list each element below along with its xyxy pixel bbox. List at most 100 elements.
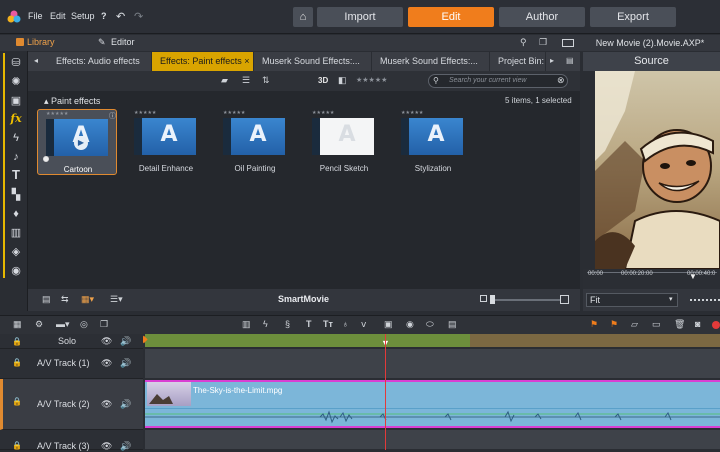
track-2-name[interactable]: A/V Track (2) bbox=[37, 399, 90, 409]
help-icon[interactable]: ? bbox=[101, 11, 107, 21]
clip-icon[interactable]: ▱ bbox=[631, 319, 638, 330]
tool-marker-icon[interactable]: ⅴ bbox=[361, 319, 366, 330]
speaker-icon[interactable]: 🔊 bbox=[120, 358, 131, 369]
tab-muserk-2[interactable]: Muserk Sound Effects:... bbox=[372, 52, 490, 71]
record-dot-icon[interactable] bbox=[712, 321, 720, 329]
tabs-left-icon[interactable]: ◂ bbox=[34, 56, 38, 65]
piano-icon[interactable]: ▥ bbox=[9, 226, 23, 240]
track-options-icon[interactable]: ▬▾ bbox=[56, 319, 70, 330]
mode-export[interactable]: Export bbox=[590, 7, 676, 27]
tab-audio-effects[interactable]: Effects: Audio effects bbox=[48, 52, 152, 71]
rating-stars[interactable]: ★★★★★ bbox=[401, 110, 423, 116]
speaker-icon[interactable]: 🔊 bbox=[120, 336, 131, 347]
track-1-name[interactable]: A/V Track (1) bbox=[37, 358, 90, 368]
menu-edit[interactable]: Edit bbox=[50, 11, 66, 21]
marker-orange-2-icon[interactable]: ⚑ bbox=[610, 319, 618, 330]
home-button[interactable]: ⌂ bbox=[293, 7, 313, 27]
lock-icon[interactable]: 🔒 bbox=[12, 397, 22, 406]
lock-icon[interactable]: 🔒 bbox=[12, 358, 22, 367]
timeline-settings-icon[interactable]: ▦ bbox=[13, 319, 22, 330]
eye-icon[interactable]: 👁 bbox=[101, 441, 112, 452]
mode-author[interactable]: Author bbox=[499, 7, 585, 27]
tool-split-icon[interactable]: ϟ bbox=[263, 319, 268, 329]
solo-label[interactable]: Solo bbox=[58, 336, 76, 346]
tool-title-icon[interactable]: T bbox=[306, 319, 312, 329]
track-3-lane[interactable] bbox=[145, 430, 720, 450]
library-box-icon[interactable]: ⛁ bbox=[9, 56, 23, 70]
photos-icon[interactable]: ▣ bbox=[9, 94, 23, 108]
effect-stylization[interactable]: ★★★★★ A Stylization bbox=[393, 109, 473, 175]
pin-icon[interactable]: ⚲ bbox=[520, 37, 527, 48]
speaker-icon[interactable]: 🔊 bbox=[120, 441, 131, 452]
rating-stars[interactable]: ★★★★★ bbox=[312, 110, 334, 116]
scrubber-handle[interactable]: ▼ bbox=[689, 272, 697, 281]
tool-layout-icon[interactable]: ▣ bbox=[384, 319, 393, 330]
dvd-menu-icon[interactable]: ◈ bbox=[9, 245, 23, 259]
effect-pencil-sketch[interactable]: ★★★★★ A Pencil Sketch bbox=[304, 109, 384, 175]
tab-editor[interactable]: Editor bbox=[111, 37, 135, 47]
rating-stars[interactable]: ★★★★★ bbox=[223, 110, 245, 116]
clear-search-icon[interactable]: ⊗ bbox=[557, 75, 565, 86]
tabs-menu-icon[interactable]: ▤ bbox=[566, 56, 574, 65]
list-view-icon[interactable]: ☰ bbox=[242, 75, 250, 86]
gear-icon[interactable]: ⚙ bbox=[35, 319, 43, 330]
source-tab[interactable]: Source bbox=[583, 52, 720, 71]
tab-project-bin[interactable]: Project Bin: bbox=[490, 52, 546, 71]
eye-icon[interactable]: 👁 bbox=[101, 336, 112, 347]
smartmovie-button[interactable]: SmartMovie bbox=[278, 294, 329, 304]
trash-icon[interactable]: 🗑 bbox=[674, 319, 685, 330]
tool-menu-icon[interactable]: ▤ bbox=[448, 319, 457, 330]
3d-filter[interactable]: 3D bbox=[318, 76, 328, 85]
sync-icon[interactable]: ⇆ bbox=[61, 294, 69, 305]
menu-setup[interactable]: Setup bbox=[71, 11, 95, 21]
effect-oil-painting[interactable]: ★★★★★ A Oil Painting bbox=[215, 109, 295, 175]
select-dot[interactable] bbox=[43, 156, 49, 162]
info-icon[interactable]: ⓘ bbox=[109, 111, 116, 121]
tool-grid-icon[interactable]: ▥ bbox=[242, 319, 251, 330]
mode-edit[interactable]: Edit bbox=[408, 7, 494, 27]
rating-filter[interactable]: ★★★★★ bbox=[356, 76, 387, 84]
stack-icon[interactable]: ▤ bbox=[42, 294, 51, 305]
eye-icon[interactable]: 👁 bbox=[101, 358, 112, 369]
screen-icon[interactable]: ❐ bbox=[100, 319, 108, 330]
layout-icon[interactable] bbox=[562, 39, 574, 47]
title-icon[interactable]: T bbox=[9, 168, 23, 182]
undo-icon[interactable]: ↶ bbox=[116, 10, 125, 23]
tab-library[interactable]: Library bbox=[27, 37, 55, 47]
transition-icon[interactable]: ϟ bbox=[9, 131, 23, 145]
timeline-range-bar[interactable] bbox=[145, 334, 470, 347]
redo-icon[interactable]: ↷ bbox=[134, 10, 143, 23]
speaker-icon[interactable]: 🔊 bbox=[120, 399, 131, 410]
volume-meter[interactable] bbox=[690, 299, 720, 301]
tool-audio-icon[interactable]: § bbox=[285, 319, 290, 329]
detach-icon[interactable]: ❐ bbox=[539, 37, 547, 48]
fit-dropdown[interactable]: Fit ▾ bbox=[586, 293, 678, 307]
lock-icon[interactable]: 🔒 bbox=[12, 337, 22, 346]
zoom-slider[interactable] bbox=[490, 299, 560, 301]
effects-icon[interactable]: fx bbox=[9, 112, 23, 126]
rating-stars[interactable]: ★★★★★ bbox=[46, 111, 68, 117]
search-box[interactable]: ⚲ Search your current view ⊗ bbox=[428, 74, 568, 88]
camera-icon[interactable]: ◙ bbox=[695, 319, 700, 329]
tool-link-icon[interactable]: ⬭ bbox=[426, 319, 434, 330]
mic-icon[interactable]: ♁ bbox=[342, 319, 349, 329]
tool-color-icon[interactable]: ◉ bbox=[406, 319, 414, 330]
record-icon[interactable]: ◎ bbox=[80, 319, 88, 330]
grid-view-icon[interactable]: ▦▾ bbox=[81, 294, 94, 305]
effect-cartoon[interactable]: ★★★★★ ⓘ A ▶ Cartoon bbox=[37, 109, 117, 175]
tab-paint-effects[interactable]: Effects: Paint effects × bbox=[152, 52, 254, 71]
menu-file[interactable]: File bbox=[28, 11, 43, 21]
marker-orange-icon[interactable]: ⚑ bbox=[590, 319, 598, 330]
large-thumb-icon[interactable] bbox=[560, 295, 569, 304]
lock-icon[interactable]: 🔒 bbox=[12, 441, 22, 450]
folder-icon[interactable]: ▰ bbox=[221, 75, 228, 86]
rating-stars[interactable]: ★★★★★ bbox=[134, 110, 156, 116]
track-1-lane[interactable] bbox=[145, 349, 720, 379]
montage-icon[interactable]: ▚ bbox=[9, 188, 23, 202]
zoom-slider-handle[interactable] bbox=[490, 295, 495, 304]
tabs-right-icon[interactable]: ▸ bbox=[550, 56, 554, 65]
sound-fx-icon[interactable]: ♦ bbox=[9, 207, 23, 221]
effect-detail-enhance[interactable]: ★★★★★ A Detail Enhance bbox=[126, 109, 206, 175]
disc-icon[interactable]: ◉ bbox=[9, 264, 23, 278]
storyboard-icon[interactable]: ▭ bbox=[652, 319, 661, 330]
